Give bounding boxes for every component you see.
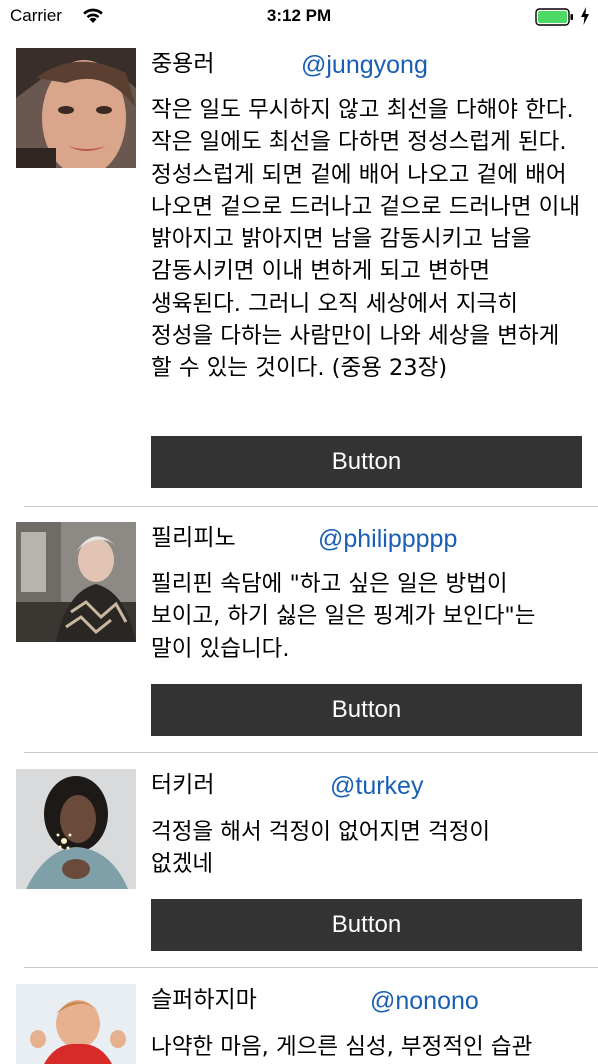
avatar xyxy=(16,984,136,1064)
post-body: 나약한 마음, 게으른 심성, 부정적인 습관 xyxy=(151,1034,533,1060)
author-handle[interactable]: @nonono xyxy=(370,985,479,1017)
author-name: 슬퍼하지마 xyxy=(151,987,257,1013)
list-item[interactable]: 슬퍼하지마 @nonono 나약한 마음, 게으른 심성, 부정적인 습관 xyxy=(0,0,598,1064)
